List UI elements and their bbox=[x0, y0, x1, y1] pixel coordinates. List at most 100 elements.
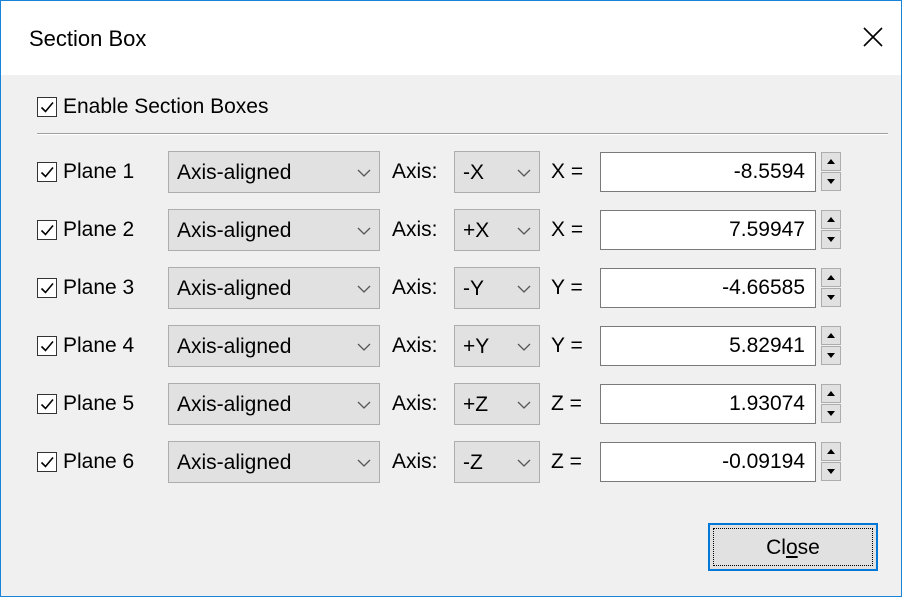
spin-down-button[interactable] bbox=[821, 462, 841, 481]
close-icon[interactable] bbox=[853, 17, 893, 57]
plane-2-axis-label: Axis: bbox=[392, 218, 438, 241]
plane-3-value-input[interactable] bbox=[601, 269, 815, 307]
plane-1-value-field[interactable] bbox=[600, 152, 816, 192]
plane-1-spinner[interactable] bbox=[821, 152, 841, 192]
plane-3-axis-value: -Y bbox=[463, 277, 484, 300]
triangle-up-icon bbox=[827, 333, 835, 338]
chevron-down-icon bbox=[517, 343, 531, 351]
triangle-down-icon bbox=[827, 295, 835, 300]
close-button-label: Close bbox=[766, 536, 820, 559]
spin-down-button[interactable] bbox=[821, 172, 841, 191]
plane-5-coord-label: Z = bbox=[551, 392, 582, 415]
plane-6-value-field[interactable] bbox=[600, 442, 816, 482]
plane-5-value-field[interactable] bbox=[600, 384, 816, 424]
plane-5-spinner[interactable] bbox=[821, 384, 841, 424]
plane-3-value-field[interactable] bbox=[600, 268, 816, 308]
plane-5-label[interactable]: Plane 5 bbox=[63, 392, 134, 416]
triangle-down-icon bbox=[827, 179, 835, 184]
spin-down-button[interactable] bbox=[821, 404, 841, 423]
plane-1-mode-value: Axis-aligned bbox=[177, 161, 292, 184]
spin-up-button[interactable] bbox=[821, 152, 841, 171]
plane-1-mode-dropdown[interactable]: Axis-aligned bbox=[168, 151, 380, 193]
plane-4-axis-dropdown[interactable]: +Y bbox=[454, 325, 540, 367]
plane-3-label[interactable]: Plane 3 bbox=[63, 276, 134, 300]
chevron-down-icon bbox=[517, 401, 531, 409]
enable-section-boxes-label[interactable]: Enable Section Boxes bbox=[63, 95, 268, 119]
plane-3-axis-dropdown[interactable]: -Y bbox=[454, 267, 540, 309]
plane-6-axis-value: -Z bbox=[463, 451, 483, 474]
spin-up-button[interactable] bbox=[821, 442, 841, 461]
plane-3-spinner[interactable] bbox=[821, 268, 841, 308]
plane-6-spinner[interactable] bbox=[821, 442, 841, 482]
plane-5-axis-label: Axis: bbox=[392, 392, 438, 415]
plane-6-mode-dropdown[interactable]: Axis-aligned bbox=[168, 441, 380, 483]
title-bar: Section Box bbox=[1, 1, 901, 75]
plane-2-mode-value: Axis-aligned bbox=[177, 219, 292, 242]
plane-3-mode-value: Axis-aligned bbox=[177, 277, 292, 300]
triangle-up-icon bbox=[827, 391, 835, 396]
plane-4-checkbox[interactable] bbox=[37, 336, 57, 356]
chevron-down-icon bbox=[357, 227, 371, 235]
triangle-down-icon bbox=[827, 353, 835, 358]
spin-up-button[interactable] bbox=[821, 326, 841, 345]
plane-1-axis-dropdown[interactable]: -X bbox=[454, 151, 540, 193]
plane-1-label[interactable]: Plane 1 bbox=[63, 160, 134, 184]
plane-5-mode-dropdown[interactable]: Axis-aligned bbox=[168, 383, 380, 425]
chevron-down-icon bbox=[517, 459, 531, 467]
plane-6-value-input[interactable] bbox=[601, 443, 815, 481]
plane-3-checkbox[interactable] bbox=[37, 278, 57, 298]
dialog-title: Section Box bbox=[29, 26, 147, 51]
plane-6-label[interactable]: Plane 6 bbox=[63, 450, 134, 474]
spin-up-button[interactable] bbox=[821, 268, 841, 287]
plane-3-mode-dropdown[interactable]: Axis-aligned bbox=[168, 267, 380, 309]
plane-2-spinner[interactable] bbox=[821, 210, 841, 250]
chevron-down-icon bbox=[517, 285, 531, 293]
spin-down-button[interactable] bbox=[821, 346, 841, 365]
enable-section-boxes-checkbox[interactable] bbox=[37, 97, 57, 117]
plane-5-mode-value: Axis-aligned bbox=[177, 393, 292, 416]
spin-up-button[interactable] bbox=[821, 210, 841, 229]
plane-2-axis-value: +X bbox=[463, 219, 490, 242]
plane-6-axis-dropdown[interactable]: -Z bbox=[454, 441, 540, 483]
check-icon bbox=[40, 282, 54, 294]
plane-4-value-field[interactable] bbox=[600, 326, 816, 366]
plane-4-mode-value: Axis-aligned bbox=[177, 335, 292, 358]
chevron-down-icon bbox=[517, 227, 531, 235]
triangle-up-icon bbox=[827, 217, 835, 222]
plane-4-label[interactable]: Plane 4 bbox=[63, 334, 134, 358]
check-icon bbox=[40, 224, 54, 236]
plane-4-axis-label: Axis: bbox=[392, 334, 438, 357]
plane-2-mode-dropdown[interactable]: Axis-aligned bbox=[168, 209, 380, 251]
triangle-down-icon bbox=[827, 237, 835, 242]
close-button[interactable]: Close bbox=[708, 523, 878, 571]
plane-5-checkbox[interactable] bbox=[37, 394, 57, 414]
plane-4-value-input[interactable] bbox=[601, 327, 815, 365]
spin-down-button[interactable] bbox=[821, 230, 841, 249]
plane-1-value-input[interactable] bbox=[601, 153, 815, 191]
chevron-down-icon bbox=[357, 343, 371, 351]
plane-2-value-field[interactable] bbox=[600, 210, 816, 250]
plane-4-mode-dropdown[interactable]: Axis-aligned bbox=[168, 325, 380, 367]
chevron-down-icon bbox=[357, 459, 371, 467]
plane-4-coord-label: Y = bbox=[551, 334, 583, 357]
plane-5-axis-value: +Z bbox=[463, 393, 489, 416]
triangle-up-icon bbox=[827, 449, 835, 454]
plane-6-checkbox[interactable] bbox=[37, 452, 57, 472]
check-icon bbox=[40, 166, 54, 178]
chevron-down-icon bbox=[357, 401, 371, 409]
plane-4-spinner[interactable] bbox=[821, 326, 841, 366]
check-icon bbox=[40, 456, 54, 468]
triangle-down-icon bbox=[827, 411, 835, 416]
plane-2-value-input[interactable] bbox=[601, 211, 815, 249]
spin-up-button[interactable] bbox=[821, 384, 841, 403]
plane-1-checkbox[interactable] bbox=[37, 162, 57, 182]
separator bbox=[37, 133, 888, 135]
plane-2-checkbox[interactable] bbox=[37, 220, 57, 240]
plane-5-value-input[interactable] bbox=[601, 385, 815, 423]
plane-5-axis-dropdown[interactable]: +Z bbox=[454, 383, 540, 425]
plane-2-label[interactable]: Plane 2 bbox=[63, 218, 134, 242]
chevron-down-icon bbox=[517, 169, 531, 177]
plane-1-coord-label: X = bbox=[551, 160, 584, 183]
plane-2-axis-dropdown[interactable]: +X bbox=[454, 209, 540, 251]
spin-down-button[interactable] bbox=[821, 288, 841, 307]
